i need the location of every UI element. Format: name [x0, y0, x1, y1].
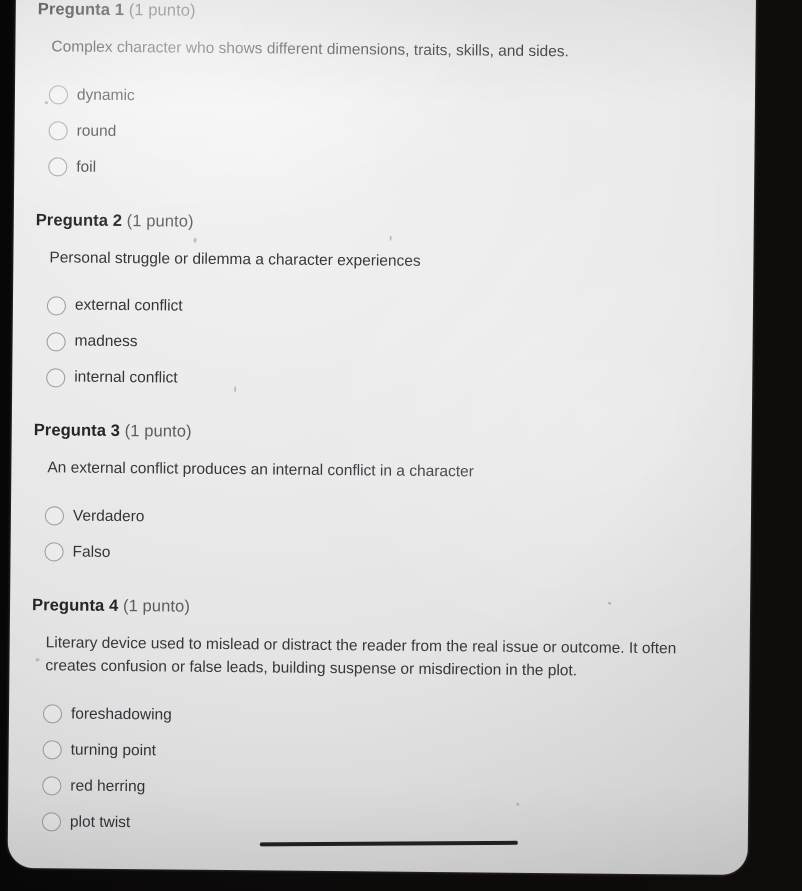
dust-speck — [234, 386, 237, 393]
option-label: plot twist — [69, 813, 131, 832]
quiz-screen: Pregunta 1 (1 punto) Complex character wh… — [7, 0, 757, 876]
option-list: foreshadowing turning point red herring plo… — [8, 696, 749, 847]
quiz-content: Pregunta 1 (1 punto) Complex character wh… — [8, 0, 756, 873]
option-label: Falso — [72, 543, 111, 561]
question-number-label: Pregunta 3 — [33, 421, 121, 441]
radio-button-icon[interactable] — [42, 740, 62, 760]
dust-speck — [44, 101, 48, 105]
photo-of-tablet-screen: Pregunta 1 (1 punto) Complex character wh… — [0, 0, 802, 891]
question-points-label: (1 punto) — [126, 211, 194, 231]
radio-button-icon[interactable] — [48, 157, 68, 177]
dust-speck — [516, 802, 520, 806]
radio-button-icon[interactable] — [44, 506, 65, 526]
question-prompt: Literary device used to mislead or distr… — [45, 633, 677, 680]
option-label: red herring — [70, 777, 146, 796]
option-label: external conflict — [74, 296, 183, 315]
question-number-label: Pregunta 2 — [35, 210, 123, 230]
option-list: dynamic round foil — [14, 77, 755, 192]
question-points-label: (1 punto) — [128, 1, 196, 20]
option-label: madness — [74, 332, 138, 351]
question-block: Pregunta 4 (1 punto) Literary device used… — [8, 596, 751, 873]
question-block: Pregunta 1 (1 punto) Complex character wh… — [14, 0, 756, 218]
option-label: foil — [76, 158, 97, 176]
radio-button-icon[interactable] — [42, 776, 62, 796]
option-label: Verdadero — [72, 507, 145, 526]
device-screen-area: Pregunta 1 (1 punto) Complex character wh… — [0, 0, 802, 891]
radio-button-icon[interactable] — [44, 542, 64, 562]
option-label: turning point — [70, 741, 157, 760]
dust-speck — [389, 235, 392, 241]
option-label: foreshadowing — [70, 705, 172, 724]
option-list: external conflict madness internal conflic… — [12, 287, 753, 402]
question-number-label: Pregunta 4 — [31, 595, 119, 615]
question-block: Pregunta 3 (1 punto) An external conflict… — [10, 421, 752, 603]
dust-speck — [193, 237, 197, 243]
radio-button-icon[interactable] — [46, 367, 66, 388]
radio-button-icon[interactable] — [42, 704, 63, 724]
question-block: Pregunta 2 (1 punto) Personal struggle or… — [12, 211, 754, 429]
question-number-label: Pregunta 1 — [37, 0, 125, 20]
radio-button-icon[interactable] — [46, 331, 66, 352]
option-label: round — [76, 122, 117, 140]
option-list: Verdadero Falso — [10, 498, 751, 577]
question-points-label: (1 punto) — [124, 422, 192, 441]
option-label: internal conflict — [74, 368, 178, 387]
radio-button-icon[interactable] — [46, 295, 67, 316]
dust-speck — [35, 658, 40, 662]
dust-speck — [608, 601, 612, 605]
radio-button-icon[interactable] — [48, 85, 69, 105]
option-label: dynamic — [76, 86, 135, 104]
radio-button-icon[interactable] — [41, 812, 62, 832]
question-points-label: (1 punto) — [122, 596, 191, 616]
radio-button-icon[interactable] — [48, 121, 68, 141]
